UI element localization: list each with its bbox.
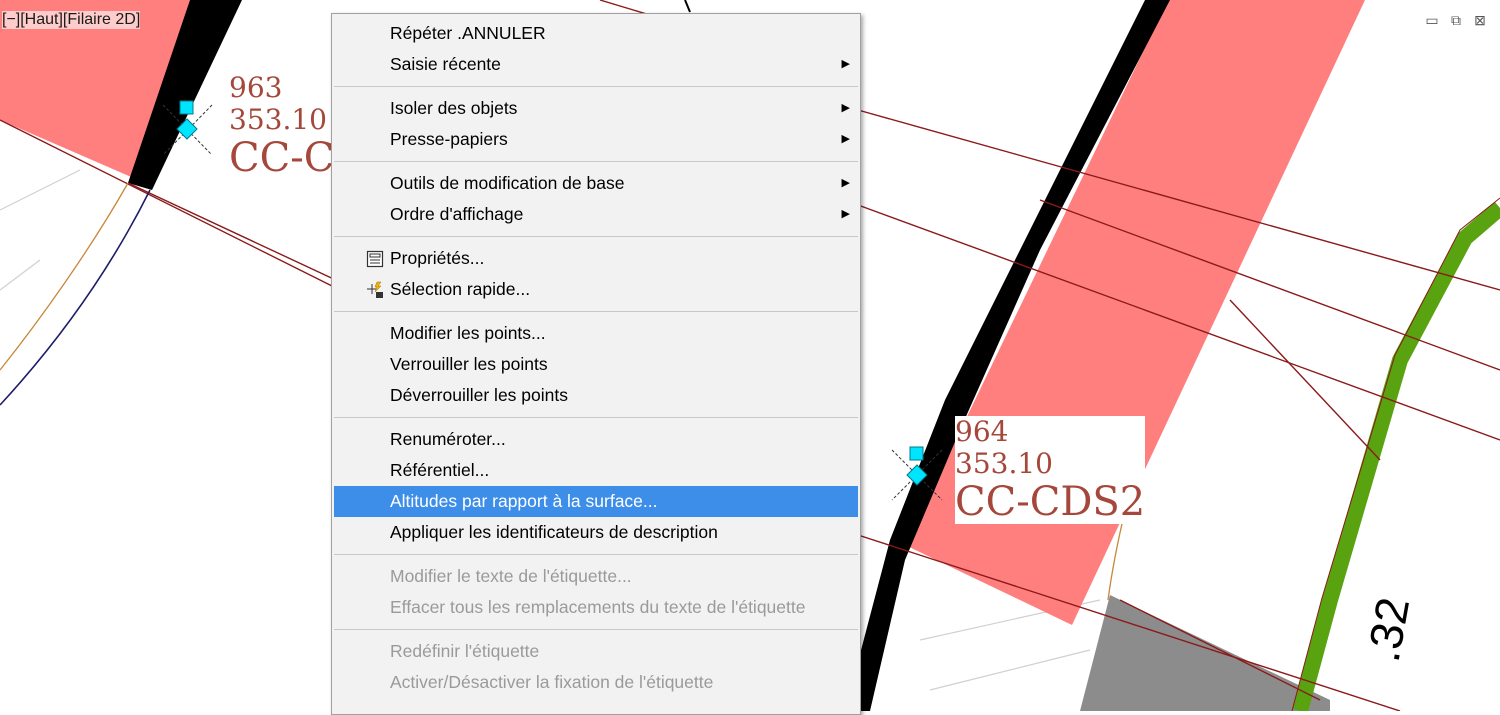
menu-item-clear-label-overrides[interactable]: Effacer tous les remplacements du texte …	[332, 592, 860, 623]
point-code: CC-C	[229, 135, 335, 181]
point-code: CC-CDS2	[955, 479, 1146, 525]
menu-item-unlock-points[interactable]: Déverrouiller les points	[332, 380, 860, 411]
viewport-window-controls: ▭ ⧉ ⊠	[1424, 12, 1488, 28]
menu-item-edit-label-text[interactable]: Modifier le texte de l'étiquette...	[332, 561, 860, 592]
submenu-arrow-icon: ▶	[841, 58, 850, 70]
submenu-arrow-icon: ▶	[841, 102, 850, 114]
menu-item-basic-modify-tools[interactable]: Outils de modification de base ▶	[332, 168, 860, 199]
properties-icon	[366, 250, 384, 268]
menu-separator	[334, 86, 858, 87]
point-number: 963	[229, 71, 283, 104]
grip-square-963	[179, 100, 194, 115]
submenu-arrow-icon: ▶	[841, 133, 850, 145]
quick-select-icon	[367, 281, 383, 298]
close-icon[interactable]: ⊠	[1472, 12, 1488, 28]
context-menu: Répéter .ANNULER Saisie récente ▶ Isoler …	[331, 13, 861, 715]
grey-block	[1080, 595, 1330, 711]
dimension-text: .32	[1357, 594, 1419, 666]
menu-item-clipboard[interactable]: Presse-papiers ▶	[332, 124, 860, 155]
menu-item-repeat-undo[interactable]: Répéter .ANNULER	[332, 18, 860, 49]
grip-square-964	[909, 446, 924, 461]
menu-item-edit-points[interactable]: Modifier les points...	[332, 318, 860, 349]
viewport-controls-label[interactable]: [−][Haut][Filaire 2D]	[2, 11, 141, 29]
menu-separator	[334, 161, 858, 162]
menu-item-datum[interactable]: Référentiel...	[332, 455, 860, 486]
restore-icon[interactable]: ⧉	[1448, 12, 1464, 28]
menu-item-properties[interactable]: Propriétés...	[332, 243, 860, 274]
point-elevation: 353.10	[229, 103, 327, 136]
parcel-right	[905, 0, 1365, 625]
point-elevation: 353.10	[955, 447, 1053, 480]
menu-item-isolate-objects[interactable]: Isoler des objets ▶	[332, 93, 860, 124]
point-label-963[interactable]: 963 353.10 CC-C	[229, 72, 334, 180]
menu-separator	[334, 311, 858, 312]
submenu-arrow-icon: ▶	[841, 177, 850, 189]
menu-item-lock-points[interactable]: Verrouiller les points	[332, 349, 860, 380]
curve-navy	[0, 189, 151, 406]
curve-brown	[0, 182, 129, 371]
menu-item-apply-description-keys[interactable]: Appliquer les identificateurs de descrip…	[332, 517, 860, 548]
menu-separator	[334, 236, 858, 237]
point-number: 964	[955, 415, 1009, 448]
minimize-icon[interactable]: ▭	[1424, 12, 1440, 28]
menu-separator	[334, 554, 858, 555]
menu-item-renumber[interactable]: Renuméroter...	[332, 424, 860, 455]
menu-item-toggle-label-pin[interactable]: Activer/Désactiver la fixation de l'étiq…	[332, 667, 860, 698]
menu-item-quick-select[interactable]: Sélection rapide...	[332, 274, 860, 305]
menu-item-reset-label[interactable]: Redéfinir l'étiquette	[332, 636, 860, 667]
menu-item-elevations-from-surface[interactable]: Altitudes par rapport à la surface...	[334, 486, 858, 517]
menu-separator	[334, 629, 858, 630]
point-label-964[interactable]: 964 353.10 CC-CDS2	[955, 415, 1146, 525]
menu-item-draw-order[interactable]: Ordre d'affichage ▶	[332, 199, 860, 230]
submenu-arrow-icon: ▶	[841, 208, 850, 220]
menu-item-recent-input[interactable]: Saisie récente ▶	[332, 49, 860, 80]
menu-separator	[334, 417, 858, 418]
